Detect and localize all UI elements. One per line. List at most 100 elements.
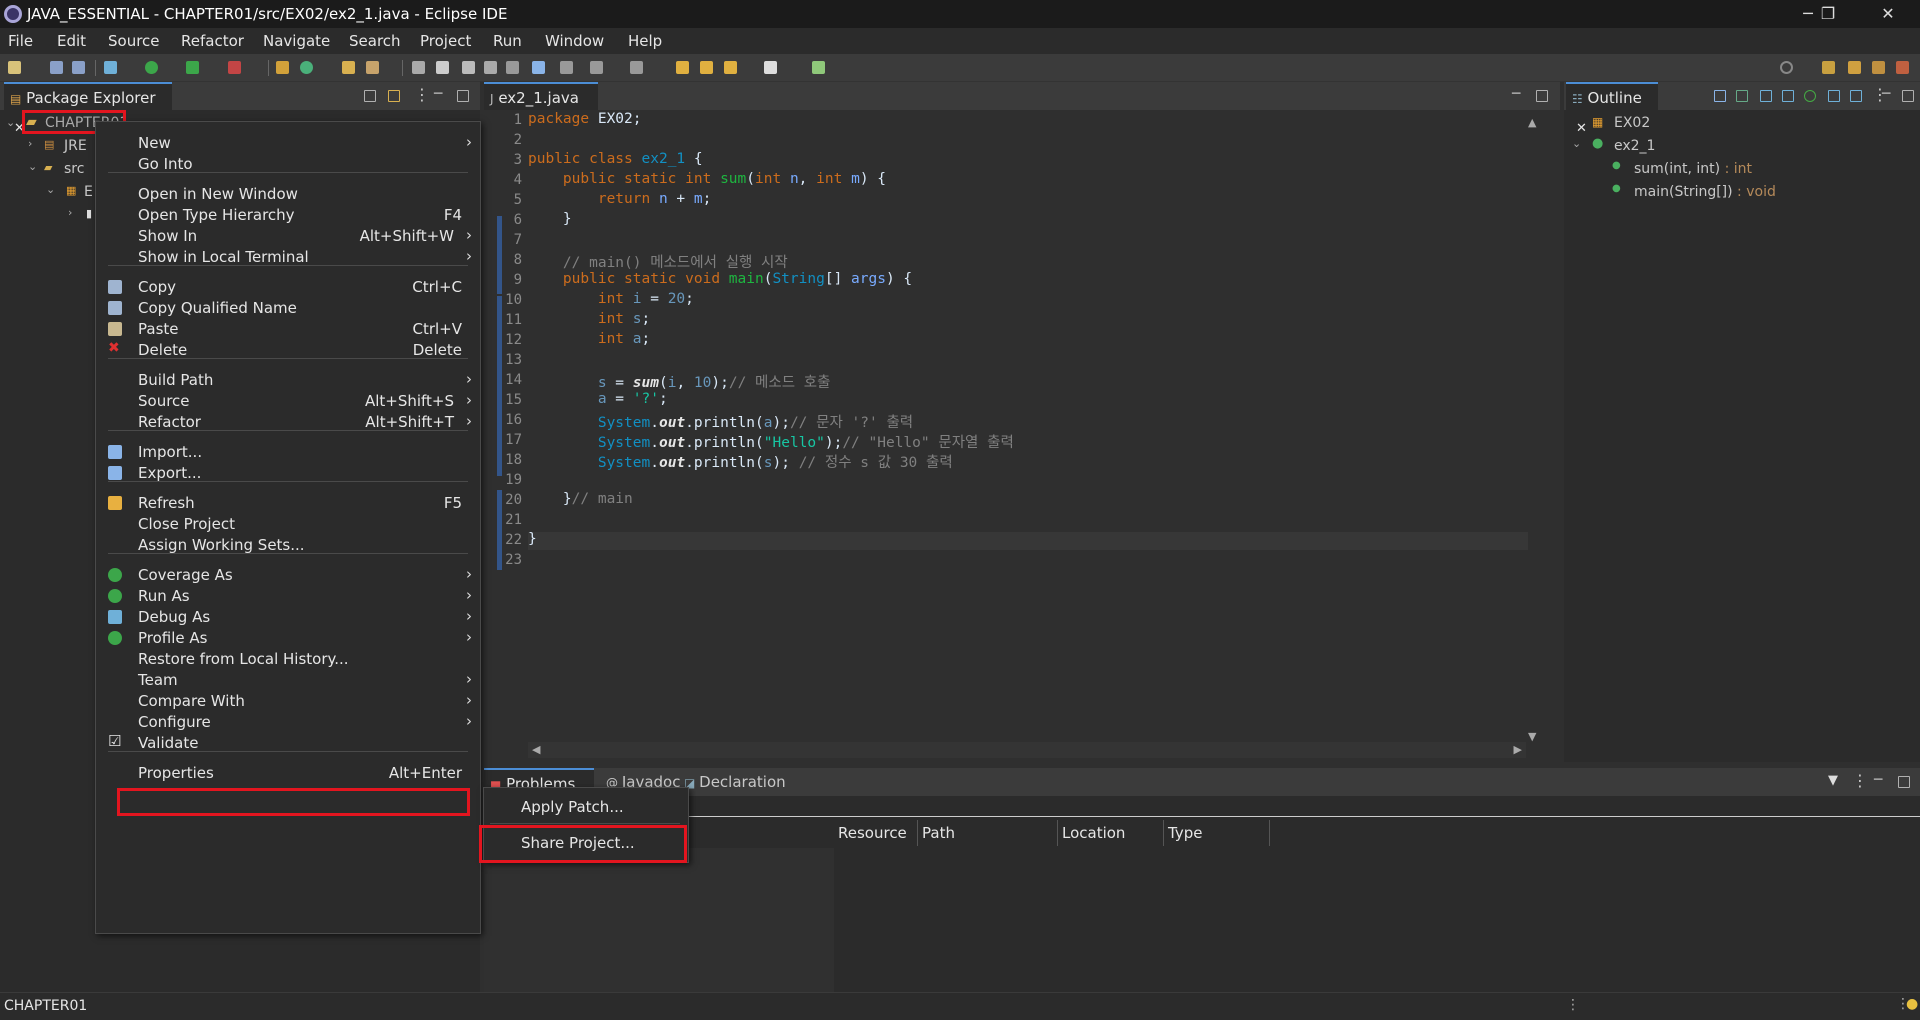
collapse-all-icon[interactable] [364,90,376,102]
hide-local-types-icon[interactable] [1828,90,1840,102]
menu-project[interactable]: Project [420,32,471,50]
tab-package-explorer[interactable]: ▤ Package Explorer ✕ [4,82,172,136]
minimize-view-icon[interactable]: ─ [1874,772,1882,788]
scroll-down-icon[interactable]: ▼ [1528,730,1536,743]
column-type[interactable]: Type [1164,820,1270,846]
close-window-button[interactable]: ✕ [1860,0,1916,28]
tab-ex2_1-java[interactable]: J ex2_1.java ✕ [484,82,598,136]
hide-static-icon[interactable] [1782,90,1794,102]
maximize-view-icon[interactable] [1898,776,1910,788]
sort-icon[interactable] [1736,90,1748,102]
scroll-right-icon[interactable]: ▶ [1514,743,1522,756]
hide-fields-icon[interactable] [1760,90,1772,102]
menu-refactor[interactable]: Refactor [181,32,244,50]
maximize-view-icon[interactable] [457,90,469,102]
debug-perspective-icon[interactable] [1896,61,1909,74]
outline-item-main[interactable]: main(String[]) : void [1634,184,1776,200]
tab-outline[interactable]: ☷ Outline ✕ [1566,82,1658,136]
search-icon[interactable] [1780,61,1793,74]
run-icon[interactable] [145,61,158,74]
hide-nonpublic-icon[interactable] [1804,90,1816,102]
tab-declaration[interactable]: ◪ Declaration [684,768,786,796]
menu-window[interactable]: Window [545,32,604,50]
perspective-icon[interactable] [1822,61,1835,74]
lightbulb-icon[interactable]: ● [1906,996,1918,1012]
menu-item-export[interactable]: Export... [96,460,480,486]
vertical-scrollbar[interactable]: ▲ ▼ [1526,116,1542,746]
tree-item-jre[interactable]: JRE [64,138,87,154]
restore-button[interactable]: ❐ [1800,0,1856,28]
minimize-view-icon[interactable]: ─ [1512,86,1520,102]
annotation-icon[interactable] [412,61,425,74]
minimize-outline-icon[interactable]: ─ [1882,86,1890,102]
block-select-icon[interactable] [484,61,497,74]
menu-item-show-in-local-terminal[interactable]: Show in Local Terminal › [96,244,480,270]
view-menu-icon[interactable]: ⋮ [1852,771,1868,790]
back-arrow-icon[interactable] [676,61,689,74]
menu-item-refactor[interactable]: Refactor Alt+Shift+T › [96,409,480,435]
view-menu-icon[interactable]: ⋮ [414,85,430,104]
open-type-icon[interactable] [342,61,355,74]
forward-icon[interactable] [764,61,777,74]
outline-item-class[interactable]: ex2_1 [1614,138,1655,154]
status-menu-icon[interactable]: ⋮ [1566,997,1580,1013]
maximize-view-icon[interactable] [1902,90,1914,102]
whitespace-icon[interactable] [506,61,519,74]
menu-navigate[interactable]: Navigate [263,32,330,50]
external-tools-icon[interactable] [228,61,241,74]
last-edit-icon[interactable] [630,61,643,74]
menu-item-validate[interactable]: ☑ Validate [96,730,480,756]
menu-item-go-into[interactable]: Go Into [96,151,480,177]
column-path[interactable]: Path [918,820,1058,846]
column-resource[interactable]: Resource [834,820,918,846]
outline-item-sum[interactable]: sum(int, int) : int [1634,161,1752,177]
java-perspective-icon[interactable] [1872,61,1885,74]
chevron-down-icon[interactable]: ⌄ [1572,137,1581,150]
new-java-project-icon[interactable] [276,61,289,74]
new-class-icon[interactable] [300,61,313,74]
save-all-icon[interactable] [72,61,85,74]
link-icon[interactable] [1850,90,1862,102]
edit-icon[interactable] [436,61,449,74]
save-icon[interactable] [50,61,63,74]
debug-icon[interactable] [104,61,117,74]
chevron-right-icon[interactable]: › [68,206,72,219]
forward-arrow-icon[interactable] [700,61,713,74]
prev-annotation-icon[interactable] [590,61,603,74]
back-icon[interactable] [724,61,737,74]
maximize-view-icon[interactable] [1536,90,1548,102]
search-tool-icon[interactable] [366,61,379,74]
chevron-down-icon[interactable]: ⌄ [28,160,37,173]
tree-item-src[interactable]: src [64,161,84,177]
tree-item-package[interactable]: E [84,184,93,200]
menu-item-assign-working-sets[interactable]: Assign Working Sets... [96,532,480,558]
column-location[interactable]: Location [1058,820,1164,846]
horizontal-scrollbar[interactable]: ◀ ▶ [528,742,1526,758]
new-icon[interactable] [8,61,21,74]
menu-file[interactable]: File [8,32,33,50]
outline-item-package[interactable]: EX02 [1614,115,1650,131]
filter-icon[interactable]: ▼ [1828,773,1838,788]
menu-source[interactable]: Source [108,32,160,50]
collapse-all-icon[interactable] [1714,90,1726,102]
coverage-icon[interactable] [186,61,199,74]
java-ee-perspective-icon[interactable] [1848,61,1861,74]
menu-item-delete[interactable]: ✖ Delete Delete [96,337,480,363]
link-with-editor-icon[interactable] [388,90,400,102]
terminal-icon[interactable] [812,61,825,74]
close-tab-icon[interactable]: ✕ [1576,121,1587,136]
menu-item-properties[interactable]: Properties Alt+Enter [96,760,480,786]
menu-help[interactable]: Help [628,32,662,50]
menu-item-apply-patch[interactable]: Apply Patch... [484,794,688,820]
menu-run[interactable]: Run [493,32,522,50]
toggle-icon[interactable] [462,61,475,74]
minimize-view-icon[interactable]: ─ [434,86,442,102]
menu-search[interactable]: Search [349,32,401,50]
scroll-up-icon[interactable]: ▲ [1528,116,1536,129]
highlight-icon[interactable] [532,61,545,74]
next-annotation-icon[interactable] [560,61,573,74]
menu-edit[interactable]: Edit [57,32,86,50]
chevron-right-icon[interactable]: › [28,137,32,150]
chevron-down-icon[interactable]: ⌄ [6,116,15,129]
chevron-down-icon[interactable]: ⌄ [46,183,55,196]
